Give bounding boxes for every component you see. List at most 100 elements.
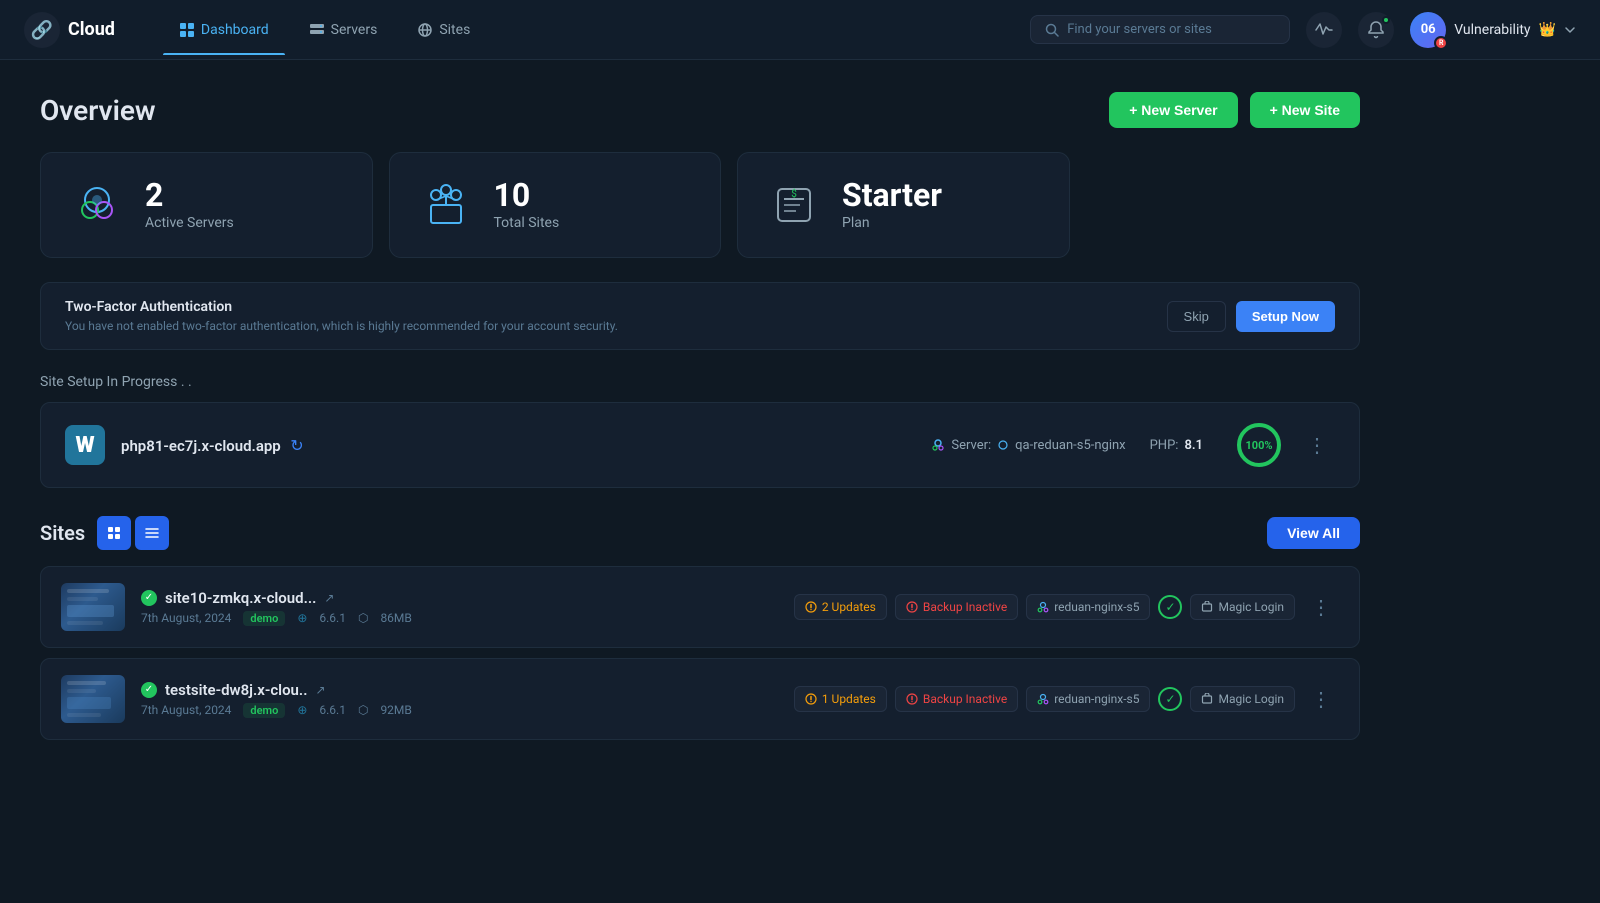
crown-icon: 👑 [1539,22,1556,38]
plan-label: Plan [842,215,942,231]
search-bar[interactable]: Find your servers or sites [1030,15,1290,44]
notification-dot [1382,16,1390,24]
sites-label: Total Sites [494,215,560,231]
site-size: 86MB [380,611,411,625]
server-label: Server: [951,438,991,453]
twofa-text: Two-Factor Authentication You have not e… [65,299,618,333]
avatar-badge: R [1434,36,1448,50]
site-date: 7th August, 2024 [141,703,231,717]
setup-site-name: php81-ec7j.x-cloud.app [121,437,281,455]
backup-chip[interactable]: Backup Inactive [895,686,1018,712]
server-name: qa-reduan-s5-nginx [1015,438,1125,453]
list-icon [145,526,159,540]
size-icon: ⬡ [358,611,368,625]
twofa-description: You have not enabled two-factor authenti… [65,319,618,333]
backup-chip[interactable]: Backup Inactive [895,594,1018,620]
list-view-button[interactable] [135,516,169,550]
servers-label: Active Servers [145,215,234,231]
updates-chip[interactable]: 1 Updates [794,686,887,712]
php-info: PHP: 8.1 [1150,438,1203,453]
site-name: site10-zmkq.x-cloud... [165,589,316,607]
new-site-button[interactable]: + New Site [1250,92,1360,128]
view-toggle [97,516,169,550]
header-right: Find your servers or sites 06 R Vulnerab… [1030,12,1576,48]
shield-check: ✓ [1158,687,1182,711]
activity-button[interactable] [1306,12,1342,48]
site-date: 7th August, 2024 [141,611,231,625]
site-size: 92MB [380,703,411,717]
site-badge: demo [243,611,285,626]
svg-text:$: $ [791,187,797,200]
php-label: PHP: [1150,438,1179,453]
backup-icon [906,601,918,613]
view-all-button[interactable]: View All [1267,517,1360,549]
servers-count: 2 [145,179,234,211]
nav-servers[interactable]: Servers [293,14,394,46]
server-chip: reduan-nginx-s5 [1026,594,1150,620]
new-server-button[interactable]: + New Server [1109,92,1237,128]
server-chip: reduan-nginx-s5 [1026,686,1150,712]
magic-login-button[interactable]: Magic Login [1190,594,1295,620]
skip-button[interactable]: Skip [1167,301,1226,332]
backup-label: Backup Inactive [923,692,1007,706]
magic-login-button[interactable]: Magic Login [1190,686,1295,712]
grid-view-button[interactable] [97,516,131,550]
external-link-icon[interactable]: ↗ [324,591,334,605]
sites-icon [417,22,433,38]
updates-icon [805,693,817,705]
backup-icon [906,693,918,705]
nav-dashboard[interactable]: Dashboard [163,14,285,46]
sites-title: Sites [40,516,169,550]
site-name: testsite-dw8j.x-clou.. [165,681,307,699]
sites-header: Sites View All [40,516,1360,550]
main-content: Overview + New Server + New Site 2 Activ… [0,60,1400,782]
setup-now-button[interactable]: Setup Now [1236,301,1335,332]
logo-text: Cloud [68,19,115,40]
nav-sites[interactable]: Sites [401,14,486,46]
updates-icon [805,601,817,613]
svg-text:🔗: 🔗 [31,19,53,41]
plan-stat-icon: $ [766,177,822,233]
shield-check: ✓ [1158,595,1182,619]
server-chip-icon [1037,693,1049,705]
logo[interactable]: 🔗 Cloud [24,12,115,48]
magic-login-label: Magic Login [1218,600,1284,614]
twofa-actions: Skip Setup Now [1167,301,1335,332]
avatar: 06 R [1410,12,1446,48]
magic-login-label: Magic Login [1218,692,1284,706]
page-title: Overview [40,94,156,127]
external-link-icon[interactable]: ↗ [315,683,325,697]
site-meta: 7th August, 2024 demo ⊕ 6.6.1 ⬡ 92MB [141,703,778,718]
servers-icon [309,22,325,38]
site-main-info: ✓ site10-zmkq.x-cloud... ↗ 7th August, 2… [141,589,778,626]
site-name-row: ✓ site10-zmkq.x-cloud... ↗ [141,589,778,607]
server-info: Server: qa-reduan-s5-nginx [931,438,1125,453]
site-meta: 7th August, 2024 demo ⊕ 6.6.1 ⬡ 86MB [141,611,778,626]
site-menu-button[interactable]: ⋮ [1303,683,1339,715]
user-menu[interactable]: 06 R Vulnerability 👑 [1410,12,1576,48]
twofa-title: Two-Factor Authentication [65,299,618,315]
header: 🔗 Cloud Dashboard Servers Sites Find you… [0,0,1600,60]
refresh-icon[interactable]: ↻ [290,436,303,455]
site-actions: 1 Updates Backup Inactive reduan-nginx-s… [794,683,1339,715]
setup-info: Server: qa-reduan-s5-nginx PHP: 8.1 [931,438,1203,453]
server-name-chip: reduan-nginx-s5 [1054,600,1139,614]
site-menu-button[interactable]: ⋮ [1303,591,1339,623]
setup-section-title: Site Setup In Progress . . [40,374,1360,390]
size-icon: ⬡ [358,703,368,717]
updates-label: 2 Updates [822,600,876,614]
activity-icon [1315,21,1333,39]
site-row: ✓ site10-zmkq.x-cloud... ↗ 7th August, 2… [40,566,1360,648]
stat-card-servers: 2 Active Servers [40,152,373,258]
updates-chip[interactable]: 2 Updates [794,594,887,620]
notifications-button[interactable] [1358,12,1394,48]
magic-login-icon [1201,693,1213,705]
chevron-down-icon [1564,24,1576,36]
php-version: 8.1 [1184,438,1203,453]
twofa-banner: Two-Factor Authentication You have not e… [40,282,1360,350]
updates-label: 1 Updates [822,692,876,706]
servers-stat-icon [69,177,125,233]
setup-menu-button[interactable]: ⋮ [1299,429,1335,461]
wordpress-icon: W [65,425,105,465]
user-name: Vulnerability [1454,22,1530,38]
